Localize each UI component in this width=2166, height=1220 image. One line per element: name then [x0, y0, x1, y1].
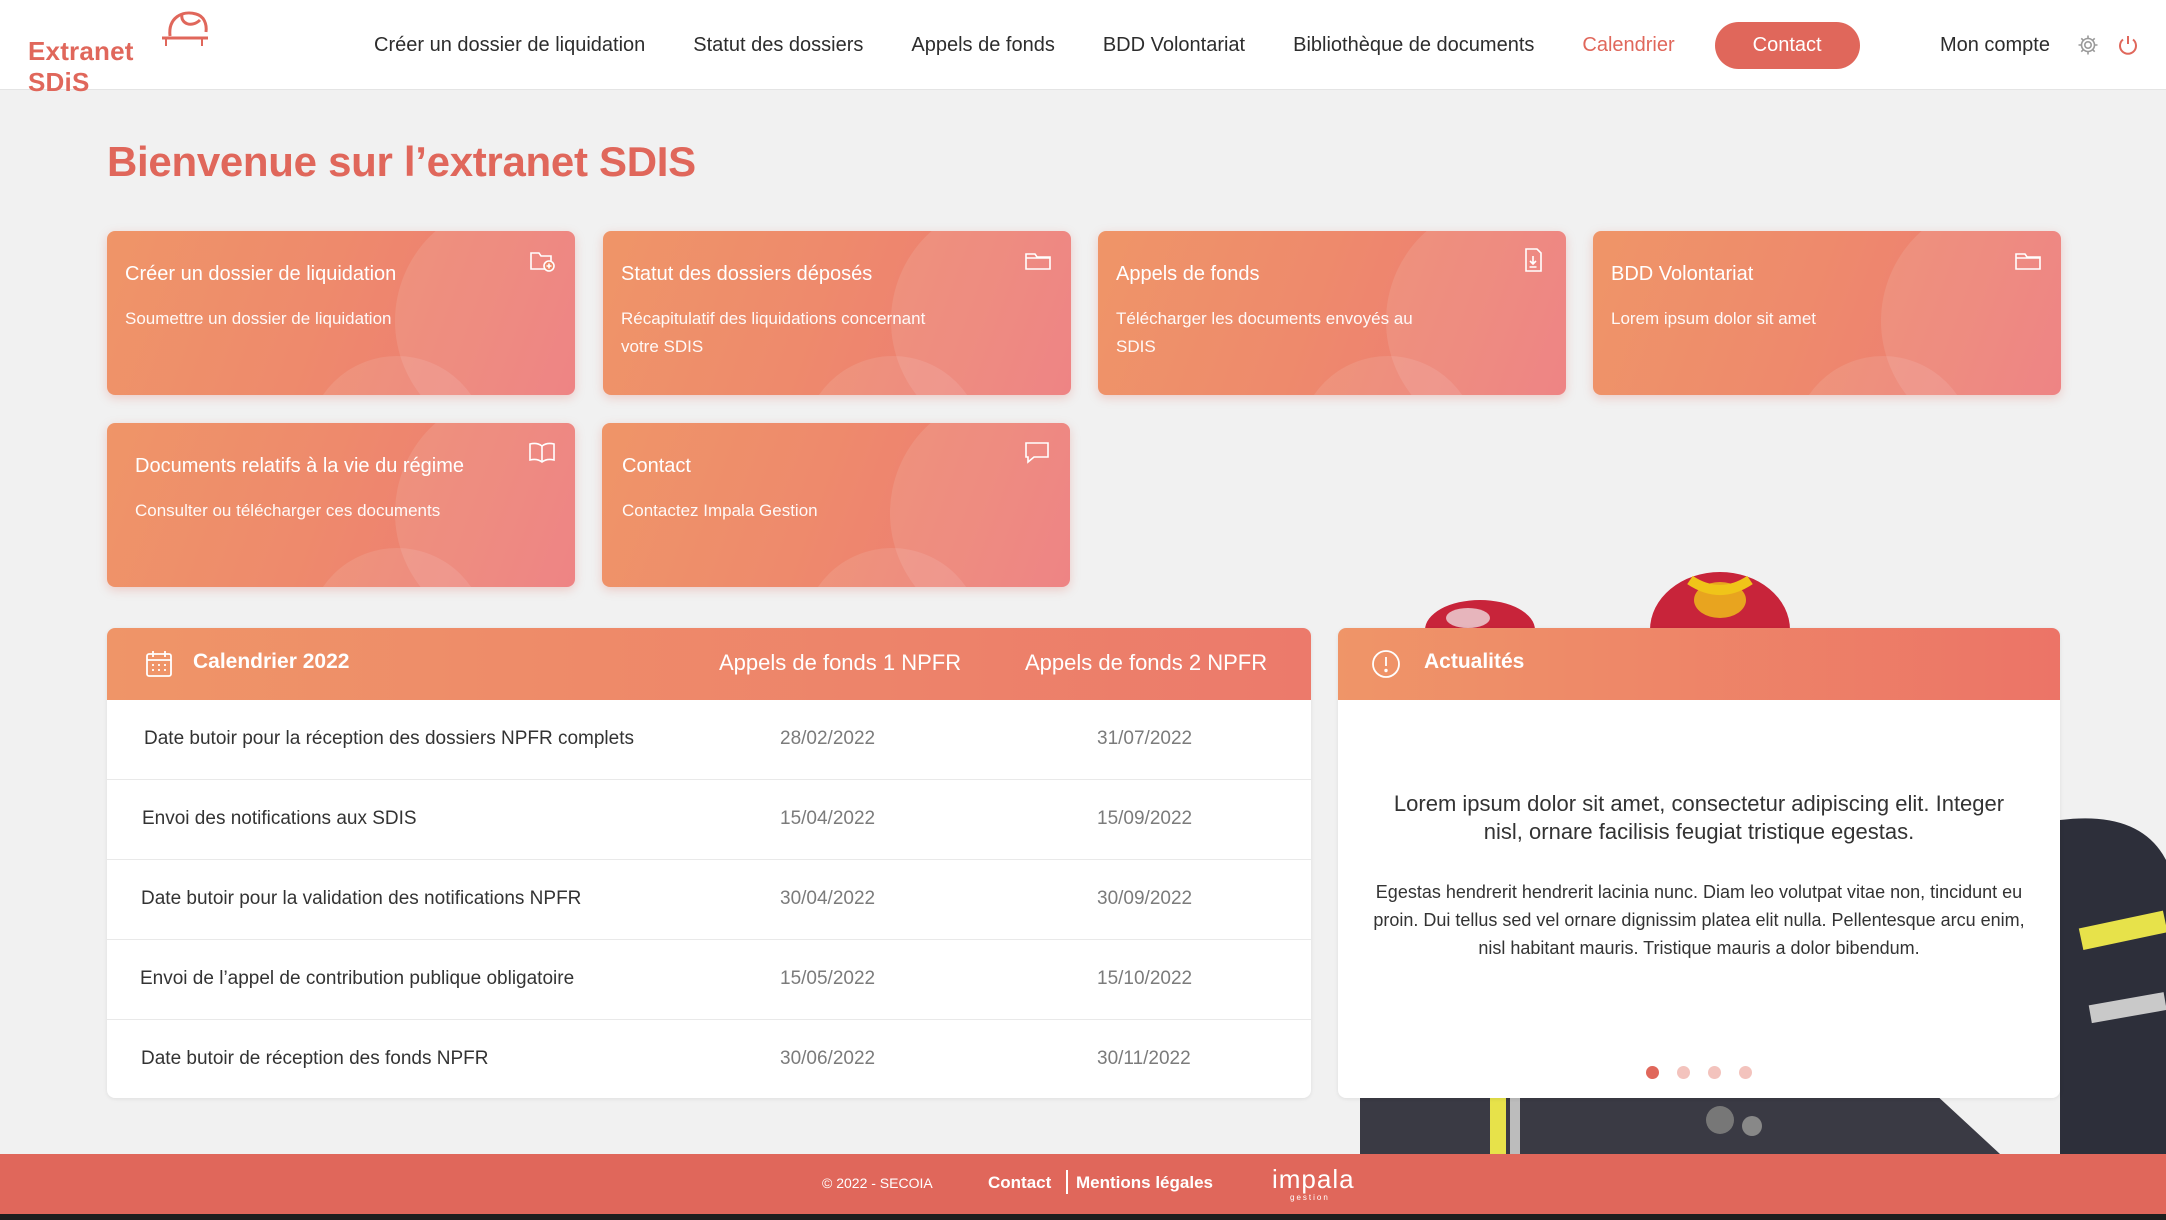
calendar-table: Calendrier 2022 Appels de fonds 1 NPFR A… — [107, 628, 1311, 1098]
info-icon — [1372, 650, 1400, 678]
footer-divider — [1066, 1170, 1068, 1194]
folder-add-icon — [530, 252, 555, 272]
footer-contact-link[interactable]: Contact — [988, 1173, 1051, 1193]
card-contact[interactable]: Contact Contactez Impala Gestion — [602, 423, 1070, 587]
nav-calendrier[interactable]: Calendrier — [1582, 34, 1674, 57]
card-description: Lorem ipsum dolor sit amet — [1611, 309, 1817, 328]
date-npfr-1: 30/06/2022 — [780, 1048, 876, 1069]
table-row: Date butoir de réception des fonds NPFR … — [107, 1020, 1311, 1098]
folder-icon — [1025, 253, 1051, 270]
file-download-icon — [1525, 248, 1542, 272]
nav-appels-fonds[interactable]: Appels de fonds — [911, 34, 1054, 57]
carousel-dot-3[interactable] — [1708, 1066, 1721, 1079]
book-icon — [529, 442, 555, 463]
folder-icon — [2015, 253, 2041, 270]
card-title: BDD Volontariat — [1611, 263, 1754, 285]
card-title: Documents relatifs à la vie du régime — [135, 455, 465, 477]
card-description: Contactez Impala Gestion — [622, 501, 818, 520]
bottom-edge — [0, 1214, 2166, 1220]
row-label: Date butoir pour la validation des notif… — [141, 888, 582, 909]
power-icon[interactable] — [2114, 31, 2142, 59]
news-lead: Lorem ipsum dolor sit amet, consectetur … — [1393, 791, 2005, 844]
date-npfr-2: 30/11/2022 — [1097, 1048, 1191, 1069]
news-body: Egestas hendrerit hendrerit lacinia nunc… — [1373, 882, 2025, 958]
row-label: Envoi des notifications aux SDIS — [142, 808, 417, 829]
top-header: Extranet SDiS Créer un dossier de liquid… — [0, 0, 2166, 97]
footer-legal-link[interactable]: Mentions légales — [1076, 1173, 1213, 1193]
date-npfr-2: 15/10/2022 — [1097, 968, 1193, 989]
account-area: Mon compte — [1940, 0, 2142, 90]
nav-bdd-volontariat[interactable]: BDD Volontariat — [1103, 34, 1245, 57]
card-title: Contact — [622, 455, 691, 477]
row-label: Date butoir pour la réception des dossie… — [144, 728, 635, 749]
carousel-dot-1[interactable] — [1646, 1066, 1659, 1079]
table-row: Date butoir pour la réception des dossie… — [107, 700, 1311, 780]
nav-bibliotheque[interactable]: Bibliothèque de documents — [1293, 34, 1534, 57]
account-link[interactable]: Mon compte — [1940, 34, 2050, 57]
column-header-npfr-2: Appels de fonds 2 NPFR — [1025, 650, 1268, 675]
date-npfr-1: 15/04/2022 — [780, 808, 876, 829]
card-documents-regime[interactable]: Documents relatifs à la vie du régime Co… — [107, 423, 575, 587]
carousel-dot-2[interactable] — [1677, 1066, 1690, 1079]
card-create-dossier[interactable]: Créer un dossier de liquidation Soumettr… — [107, 231, 575, 395]
row-label: Date butoir de réception des fonds NPFR — [141, 1048, 489, 1069]
row-label: Envoi de l’appel de contribution publiqu… — [140, 968, 575, 989]
table-row: Envoi de l’appel de contribution publiqu… — [107, 940, 1311, 1020]
card-title: Statut des dossiers déposés — [621, 263, 873, 285]
contact-button[interactable]: Contact — [1714, 21, 1860, 69]
impala-logo-sub: gestion — [1290, 1193, 1330, 1202]
card-title: Appels de fonds — [1116, 263, 1260, 285]
table-row: Envoi des notifications aux SDIS 15/04/2… — [107, 780, 1311, 860]
news-title: Actualités — [1424, 650, 1525, 673]
card-title: Créer un dossier de liquidation — [125, 263, 397, 285]
calendar-header: Calendrier 2022 Appels de fonds 1 NPFR A… — [107, 628, 1311, 700]
copyright: © 2022 - SECOIA — [822, 1175, 933, 1191]
date-npfr-2: 31/07/2022 — [1097, 728, 1193, 749]
card-description: Consulter ou télécharger ces documents — [135, 501, 441, 520]
impala-logo[interactable]: impala — [1272, 1164, 1355, 1195]
gear-icon[interactable] — [2074, 31, 2102, 59]
column-header-npfr-1: Appels de fonds 1 NPFR — [719, 650, 962, 675]
nav-statut-dossiers[interactable]: Statut des dossiers — [693, 34, 863, 57]
date-npfr-2: 15/09/2022 — [1097, 808, 1193, 829]
news-panel: Actualités Lorem ipsum dolor sit amet, c… — [1338, 628, 2060, 1098]
news-header: Actualités — [1338, 628, 2060, 700]
main-nav: Créer un dossier de liquidation Statut d… — [374, 0, 1860, 90]
card-description: Récapitulatif des liquidations concernan… — [621, 309, 926, 356]
card-statut-dossiers[interactable]: Statut des dossiers déposés Récapitulati… — [603, 231, 1071, 395]
site-logo[interactable]: Extranet SDiS — [28, 6, 208, 97]
nav-create-dossier[interactable]: Créer un dossier de liquidation — [374, 34, 645, 57]
card-bdd-volontariat[interactable]: BDD Volontariat Lorem ipsum dolor sit am… — [1593, 231, 2061, 395]
chat-icon — [1025, 442, 1049, 464]
page-title: Bienvenue sur l’extranet SDIS — [107, 138, 696, 185]
date-npfr-1: 30/04/2022 — [780, 888, 876, 909]
card-description: Soumettre un dossier de liquidation — [125, 309, 392, 328]
date-npfr-1: 28/02/2022 — [780, 728, 876, 749]
card-description: Télécharger les documents envoyés au SDI… — [1116, 309, 1413, 356]
footer: © 2022 - SECOIA Contact Mentions légales… — [0, 1154, 2166, 1214]
calendar-title: Calendrier 2022 — [193, 650, 350, 673]
carousel-dots — [1338, 1066, 2060, 1079]
date-npfr-2: 30/09/2022 — [1097, 888, 1193, 909]
card-appels-fonds[interactable]: Appels de fonds Télécharger les document… — [1098, 231, 1566, 395]
table-row: Date butoir pour la validation des notif… — [107, 860, 1311, 940]
calendar-icon — [146, 651, 172, 677]
date-npfr-1: 15/05/2022 — [780, 968, 876, 989]
carousel-dot-4[interactable] — [1739, 1066, 1752, 1079]
helmet-icon — [162, 11, 208, 46]
